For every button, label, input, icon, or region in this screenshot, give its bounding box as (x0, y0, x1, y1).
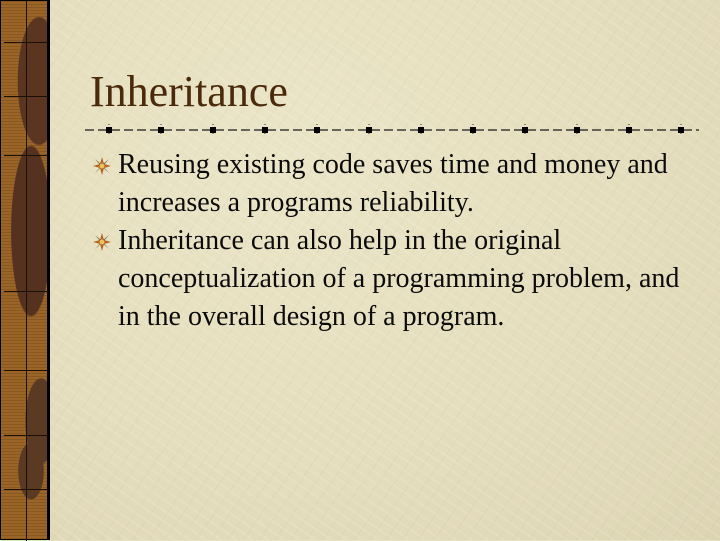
strip-grid-line (4, 291, 48, 292)
slide-title: Inheritance (90, 67, 288, 116)
strip-grid-line (4, 489, 48, 490)
strip-grid-line (4, 155, 48, 156)
strip-grid-line (4, 42, 48, 43)
bullet-text: Reusing existing code saves time and mon… (118, 149, 668, 218)
decorative-map-strip (0, 0, 50, 541)
bullet-list: Reusing existing code saves time and mon… (92, 146, 692, 336)
compass-star-bullet-icon (93, 157, 111, 175)
compass-star-bullet-icon (93, 233, 111, 251)
strip-grid-line (26, 1, 27, 541)
strip-grid-line (4, 435, 48, 436)
title-divider (85, 124, 699, 136)
bullet-text: Inheritance can also help in the origina… (118, 225, 680, 332)
bullet-item: Reusing existing code saves time and mon… (92, 146, 692, 222)
strip-grid-line (4, 96, 48, 97)
bullet-item: Inheritance can also help in the origina… (92, 222, 692, 336)
strip-grid-line (4, 370, 48, 371)
